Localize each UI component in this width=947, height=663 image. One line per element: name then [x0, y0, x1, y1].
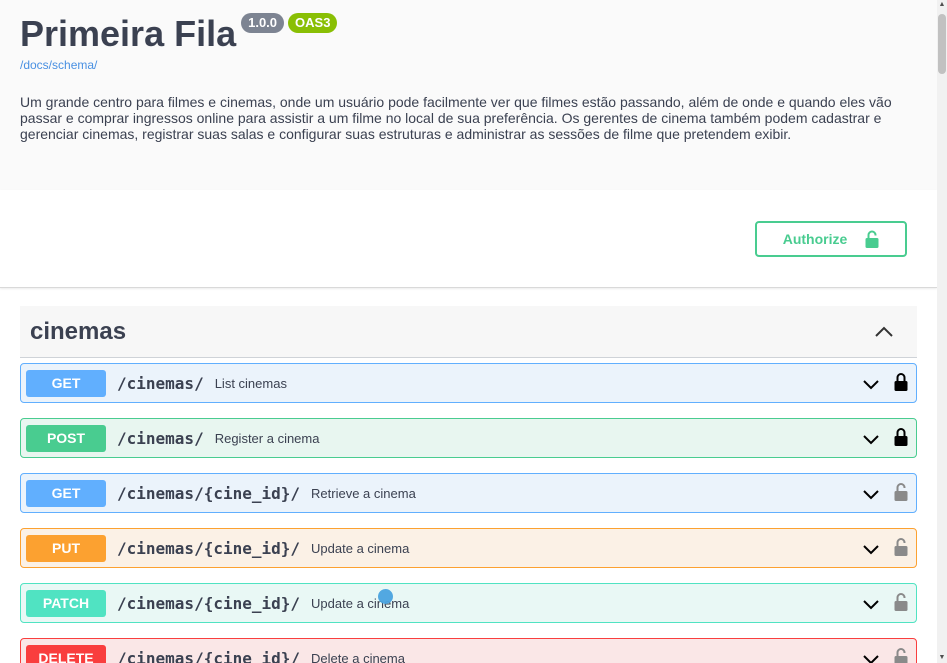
scroll-down-icon[interactable]: ▼: [937, 653, 947, 663]
scheme-container: Authorize: [0, 190, 937, 288]
method-badge: GET: [26, 479, 106, 507]
operation-summary: Delete a cinema: [311, 650, 405, 663]
locked-padlock-icon[interactable]: [894, 372, 908, 392]
api-title: Primeira Fila: [20, 13, 237, 54]
operation-get-row[interactable]: GET/cinemas/{cine_id}/ Retrieve a cinema: [20, 473, 917, 513]
page-scrollbar[interactable]: ▲ ▼: [937, 0, 947, 663]
locked-padlock-icon[interactable]: [894, 427, 908, 447]
scroll-thumb[interactable]: [938, 14, 946, 74]
authorize-label: Authorize: [782, 231, 848, 247]
unlocked-padlock-icon: [865, 230, 879, 248]
operation-summary: Update a cinema: [311, 595, 410, 611]
oas-badge: OAS3: [288, 13, 338, 33]
operation-path: /cinemas/{cine_id}/: [117, 483, 301, 503]
info-section: Primeira Fila 1.0.0 OAS3 /docs/schema/ U…: [0, 0, 937, 190]
api-description: Um grande centro para filmes e cinemas, …: [20, 94, 892, 142]
method-badge: DELETE: [26, 644, 106, 663]
scroll-up-icon[interactable]: ▲: [937, 0, 947, 10]
operation-path: /cinemas/{cine_id}/: [117, 648, 301, 663]
cursor-indicator: [378, 589, 393, 604]
chevron-down-icon[interactable]: [862, 485, 880, 503]
operation-path: /cinemas/{cine_id}/: [117, 593, 301, 613]
chevron-down-icon[interactable]: [862, 595, 880, 613]
authorize-button[interactable]: Authorize: [755, 221, 907, 257]
operation-path: /cinemas/: [117, 373, 204, 393]
operation-summary: Update a cinema: [311, 540, 410, 556]
operation-summary: List cinemas: [214, 375, 287, 391]
chevron-down-icon[interactable]: [862, 540, 880, 558]
unlocked-padlock-icon[interactable]: [894, 647, 908, 663]
version-badge: 1.0.0: [241, 13, 285, 33]
schema-link[interactable]: /docs/schema/: [20, 58, 97, 72]
operation-path: /cinemas/: [117, 428, 204, 448]
unlocked-padlock-icon[interactable]: [894, 537, 908, 557]
operation-summary: Retrieve a cinema: [311, 485, 416, 501]
operation-post-row[interactable]: POST/cinemas/Register a cinema: [20, 418, 917, 458]
tag-title: cinemas: [30, 318, 127, 345]
unlocked-padlock-icon[interactable]: [894, 592, 908, 612]
chevron-down-icon[interactable]: [862, 650, 880, 663]
operation-path: /cinemas/{cine_id}/: [117, 538, 301, 558]
chevron-down-icon[interactable]: [862, 375, 880, 393]
tag-section-cinemas[interactable]: cinemas: [20, 306, 917, 358]
method-badge: PUT: [26, 534, 106, 562]
operation-patch-row[interactable]: PATCH/cinemas/{cine_id}/ Update a cinema: [20, 583, 917, 623]
title-row: Primeira Fila 1.0.0 OAS3: [20, 12, 338, 56]
method-badge: POST: [26, 424, 106, 452]
operation-delete-row[interactable]: DELETE/cinemas/{cine_id}/ Delete a cinema: [20, 638, 917, 663]
operation-get-row[interactable]: GET/cinemas/List cinemas: [20, 363, 917, 403]
method-badge: PATCH: [26, 589, 106, 617]
method-badge: GET: [26, 369, 106, 397]
chevron-down-icon[interactable]: [862, 430, 880, 448]
operation-summary: Register a cinema: [214, 430, 320, 446]
operation-put-row[interactable]: PUT/cinemas/{cine_id}/ Update a cinema: [20, 528, 917, 568]
chevron-up-icon[interactable]: [873, 321, 895, 343]
unlocked-padlock-icon[interactable]: [894, 482, 908, 502]
